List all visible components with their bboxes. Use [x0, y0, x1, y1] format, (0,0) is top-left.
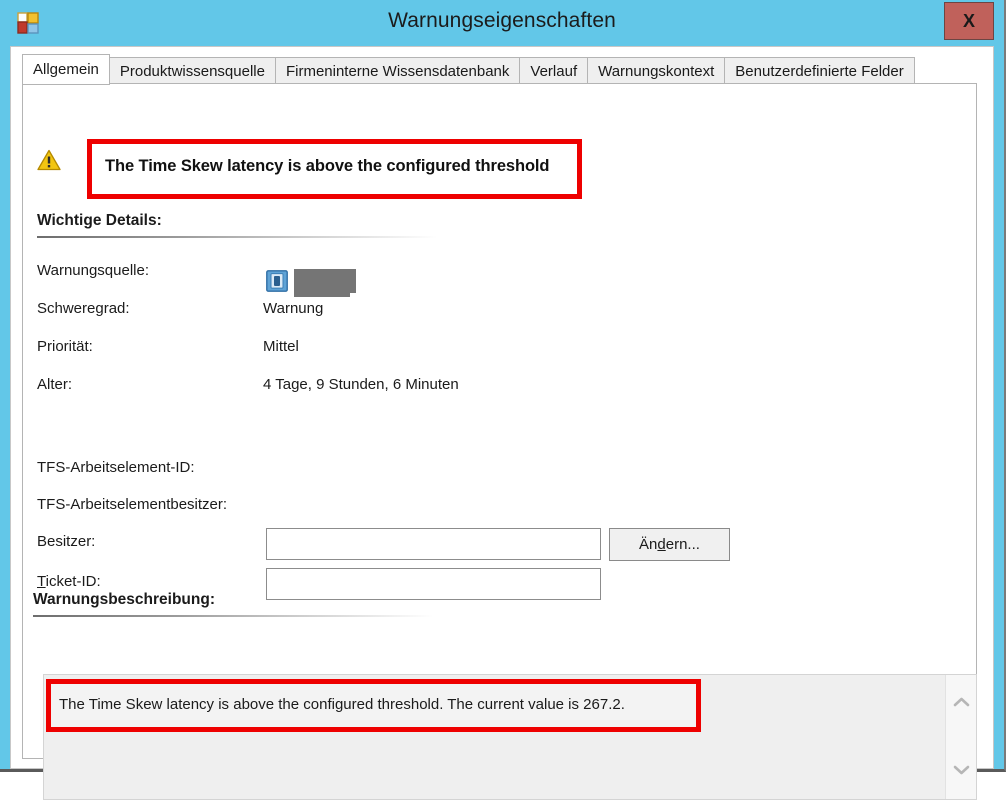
alert-description-text: The Time Skew latency is above the confi…	[59, 696, 625, 713]
severity-value: Warnung	[263, 300, 324, 317]
alert-properties-window: Warnungseigenschaften X Allgemein Produk…	[0, 0, 1006, 800]
priority-value: Mittel	[263, 338, 299, 355]
tfs-work-item-id-label: TFS-Arbeitselement-ID:	[37, 459, 195, 476]
owner-label: Besitzer:	[37, 533, 96, 550]
owner-input[interactable]	[266, 528, 601, 560]
alert-banner: The Time Skew latency is above the confi…	[37, 139, 637, 199]
change-button-accelerator: d	[657, 536, 666, 553]
warning-triangle-icon	[37, 149, 61, 171]
tab-firmeninterne-wissensdatenbank[interactable]: Firmeninterne Wissensdatenbank	[274, 57, 521, 85]
tfs-work-item-owner-label: TFS-Arbeitselementbesitzer:	[37, 496, 228, 513]
age-value: 4 Tage, 9 Stunden, 6 Minuten	[263, 376, 459, 393]
ticket-id-label-rest: icket-ID:	[45, 573, 101, 590]
description-scrollbar[interactable]	[945, 675, 976, 799]
chevron-down-icon[interactable]	[952, 763, 971, 777]
tab-benutzerdefinierte-felder[interactable]: Benutzerdefinierte Felder	[724, 57, 915, 85]
alert-title-highlight: The Time Skew latency is above the confi…	[87, 139, 582, 199]
alert-description-rule	[33, 615, 433, 617]
change-button-suffix: ern...	[665, 536, 700, 553]
tab-verlauf[interactable]: Verlauf	[519, 57, 589, 85]
tab-allgemein[interactable]: Allgemein	[22, 54, 110, 85]
window-title: Warnungseigenschaften	[388, 9, 616, 32]
ticket-id-label: Ticket-ID:	[37, 573, 101, 590]
tab-produktwissensquelle[interactable]: Produktwissensquelle	[108, 57, 276, 85]
ticket-id-input[interactable]	[266, 568, 601, 600]
priority-label: Priorität:	[37, 338, 93, 355]
dialog-body: Allgemein Produktwissensquelle Firmenint…	[10, 46, 994, 800]
chevron-up-icon[interactable]	[952, 695, 971, 709]
ticket-id-accel: T	[37, 573, 46, 590]
alert-description-heading: Warnungsbeschreibung:	[33, 591, 215, 608]
important-details-heading: Wichtige Details:	[37, 212, 162, 229]
age-label: Alter:	[37, 376, 73, 393]
alert-title: The Time Skew latency is above the confi…	[105, 157, 550, 175]
change-button-prefix: Än	[639, 536, 658, 553]
close-button[interactable]: X	[944, 2, 994, 40]
title-bar: Warnungseigenschaften X	[0, 0, 1004, 46]
alert-source-redacted-value-2	[294, 269, 350, 297]
alert-source-label: Warnungsquelle:	[37, 262, 150, 279]
tab-warnungskontext[interactable]: Warnungskontext	[587, 57, 726, 85]
severity-label: Schweregrad:	[37, 300, 130, 317]
tab-strip: Allgemein Produktwissensquelle Firmenint…	[22, 53, 977, 85]
change-owner-button[interactable]: Än d ern...	[609, 528, 730, 561]
tab-panel-allgemein: The Time Skew latency is above the confi…	[22, 83, 977, 759]
computer-icon	[266, 270, 288, 292]
important-details-rule	[37, 236, 437, 238]
